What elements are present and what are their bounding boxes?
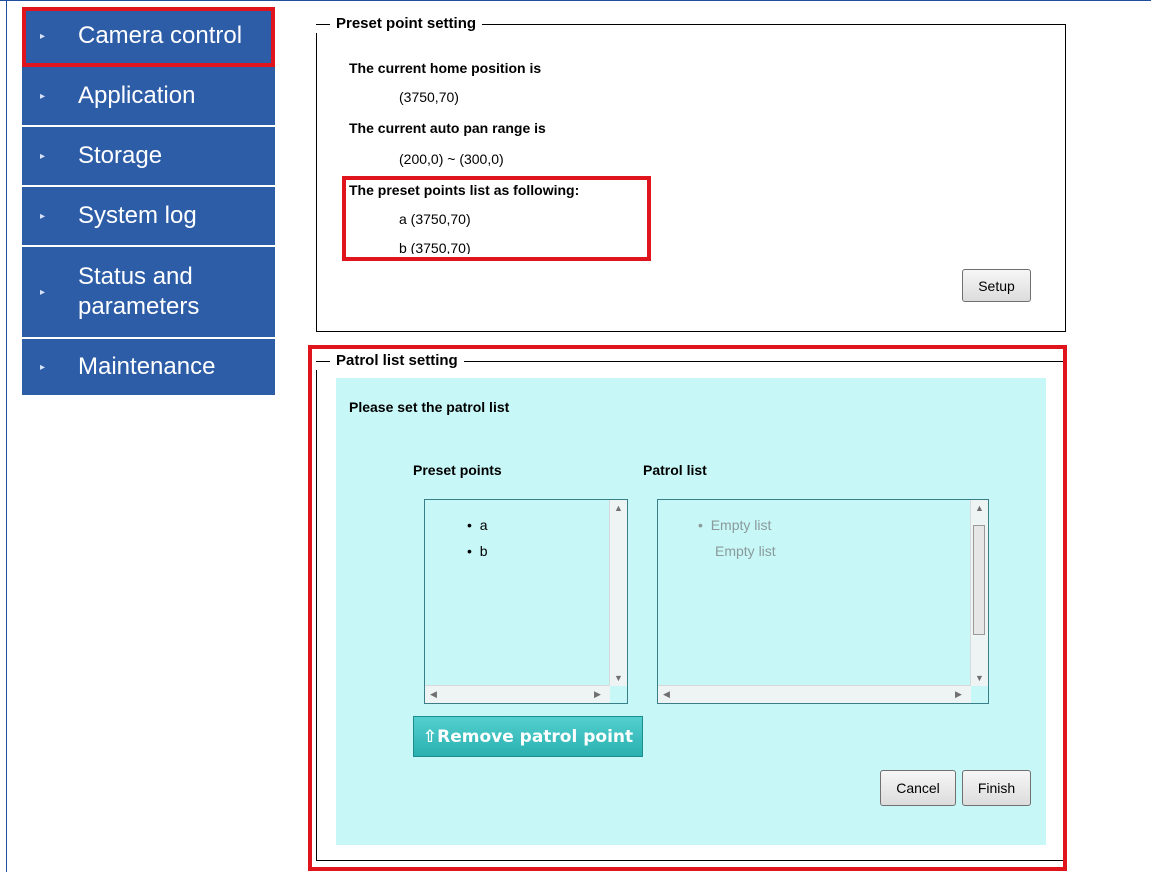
- sidebar-item-label: Camera control: [78, 22, 243, 49]
- top-border: [0, 0, 1151, 1]
- sidebar-item-label: Status and parameters: [78, 263, 200, 320]
- bullet-icon: •: [467, 517, 472, 533]
- bullet-icon: •: [698, 517, 703, 533]
- arrow-right-icon: ▸: [40, 150, 46, 162]
- sidebar-nav: ▸ Camera control ▸ Application ▸ Storage…: [22, 7, 275, 397]
- auto-pan-value: (200,0) ~ (300,0): [399, 151, 504, 167]
- legend-rule: [316, 23, 330, 25]
- patrol-instruction: Please set the patrol list: [349, 399, 510, 415]
- sidebar-item-system-log[interactable]: ▸ System log: [22, 187, 275, 247]
- scroll-up-icon[interactable]: ▲: [971, 503, 988, 513]
- arrow-right-icon: ▸: [40, 30, 46, 42]
- scroll-right-icon[interactable]: ▶: [950, 689, 967, 700]
- setup-button[interactable]: Setup: [962, 269, 1031, 302]
- list-item[interactable]: • a: [467, 517, 487, 533]
- vertical-scrollbar[interactable]: ▲ ▼: [609, 500, 627, 686]
- sidebar-item-label: Application: [78, 82, 196, 109]
- scroll-thumb[interactable]: [973, 525, 985, 635]
- cancel-button[interactable]: Cancel: [880, 770, 956, 806]
- patrol-listbox[interactable]: • Empty list Empty list ▲ ▼ ◀ ▶: [657, 499, 989, 704]
- scroll-left-icon[interactable]: ◀: [425, 689, 442, 700]
- sidebar-item-application[interactable]: ▸ Application: [22, 67, 275, 127]
- sidebar-item-status-and-parameters[interactable]: ▸ Status and parameters: [22, 247, 275, 339]
- list-item[interactable]: Empty list: [715, 543, 776, 559]
- scroll-left-icon[interactable]: ◀: [658, 689, 675, 700]
- home-position-label: The current home position is: [349, 60, 542, 76]
- preset-points-listbox[interactable]: • a • b ▲ ▼ ◀ ▶: [424, 499, 628, 704]
- sidebar-item-label: Storage: [78, 142, 163, 169]
- sidebar-item-label: System log: [78, 202, 197, 229]
- remove-patrol-point-button[interactable]: ⇧Remove patrol point: [413, 716, 643, 757]
- patrol-list-header: Patrol list: [643, 462, 707, 478]
- sidebar-item-label: Maintenance: [78, 353, 216, 380]
- preset-legend-text: Preset point setting: [336, 15, 477, 32]
- left-border: [6, 0, 7, 872]
- list-item[interactable]: • b: [467, 543, 487, 559]
- scroll-up-icon[interactable]: ▲: [610, 503, 627, 513]
- vertical-scrollbar[interactable]: ▲ ▼: [970, 500, 988, 686]
- horizontal-scrollbar[interactable]: ◀ ▶: [658, 685, 971, 703]
- arrow-right-icon: ▸: [40, 361, 46, 373]
- auto-pan-label: The current auto pan range is: [349, 120, 546, 136]
- bullet-icon: •: [467, 543, 472, 559]
- finish-button[interactable]: Finish: [962, 770, 1031, 806]
- sidebar-item-camera-control[interactable]: ▸ Camera control: [22, 7, 275, 67]
- highlight-box: [342, 176, 651, 261]
- preset-point-legend: Preset point setting: [316, 15, 483, 33]
- horizontal-scrollbar[interactable]: ◀ ▶: [425, 685, 610, 703]
- scroll-right-icon[interactable]: ▶: [589, 689, 606, 700]
- arrow-right-icon: ▸: [40, 90, 46, 102]
- scroll-down-icon[interactable]: ▼: [610, 673, 627, 683]
- arrow-right-icon: ▸: [40, 286, 46, 298]
- home-position-value: (3750,70): [399, 89, 459, 105]
- list-item[interactable]: • Empty list: [698, 517, 771, 533]
- arrow-right-icon: ▸: [40, 210, 46, 222]
- preset-points-header: Preset points: [413, 462, 502, 478]
- sidebar-item-maintenance[interactable]: ▸ Maintenance: [22, 339, 275, 397]
- sidebar-item-storage[interactable]: ▸ Storage: [22, 127, 275, 187]
- scroll-down-icon[interactable]: ▼: [971, 673, 988, 683]
